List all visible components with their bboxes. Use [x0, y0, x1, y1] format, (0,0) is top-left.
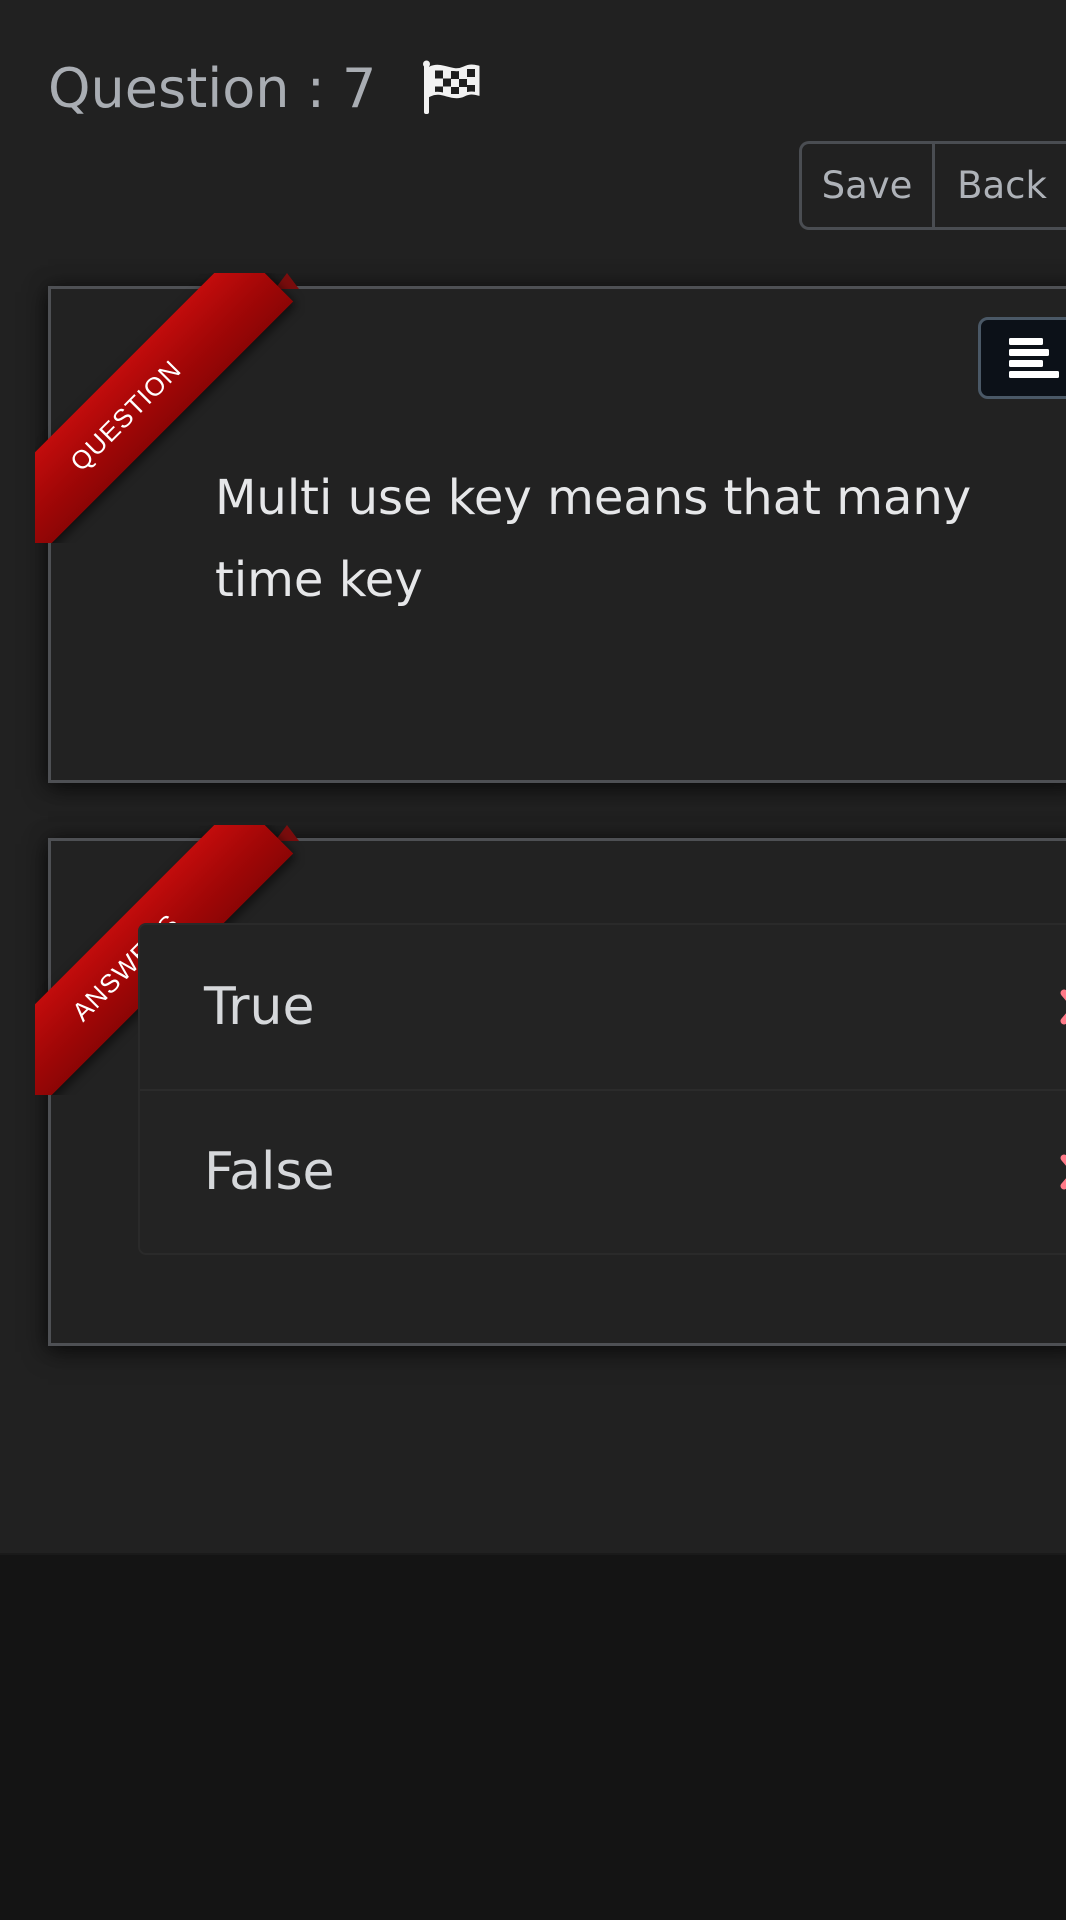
main-content-area: Question : 7 Save Back QUESTION Multi us…	[0, 0, 1066, 1555]
align-left-icon	[1009, 338, 1059, 378]
ribbon-fold	[275, 825, 299, 841]
ribbon-fold	[35, 511, 53, 533]
align-left-menu-button[interactable]	[978, 317, 1066, 399]
question-card: QUESTION Multi use key means that many t…	[35, 273, 1066, 783]
x-icon	[1060, 989, 1066, 1025]
x-icon	[1060, 1154, 1066, 1190]
question-header: Question : 7	[48, 52, 482, 124]
checkered-flag-icon[interactable]	[420, 60, 482, 116]
ribbon-fold	[275, 273, 299, 289]
ribbon-fold	[35, 1063, 53, 1085]
answer-label: False	[204, 1142, 335, 1202]
empty-footer-area	[0, 1557, 1066, 1920]
answers-list: True False	[138, 923, 1066, 1255]
answer-label: True	[204, 977, 315, 1037]
save-button[interactable]: Save	[802, 144, 935, 227]
quiz-page: Question : 7 Save Back QUESTION Multi us…	[0, 0, 1066, 1920]
question-number-title: Question : 7	[48, 56, 377, 120]
answer-option-false[interactable]: False	[140, 1089, 1066, 1253]
back-button[interactable]: Back	[935, 144, 1066, 227]
question-ribbon-label: QUESTION	[63, 353, 187, 477]
answer-option-true[interactable]: True	[140, 925, 1066, 1089]
question-text: Multi use key means that many time key	[215, 470, 972, 608]
action-button-group: Save Back	[799, 141, 1066, 230]
answers-card: ANSWERS True False	[35, 825, 1066, 1346]
